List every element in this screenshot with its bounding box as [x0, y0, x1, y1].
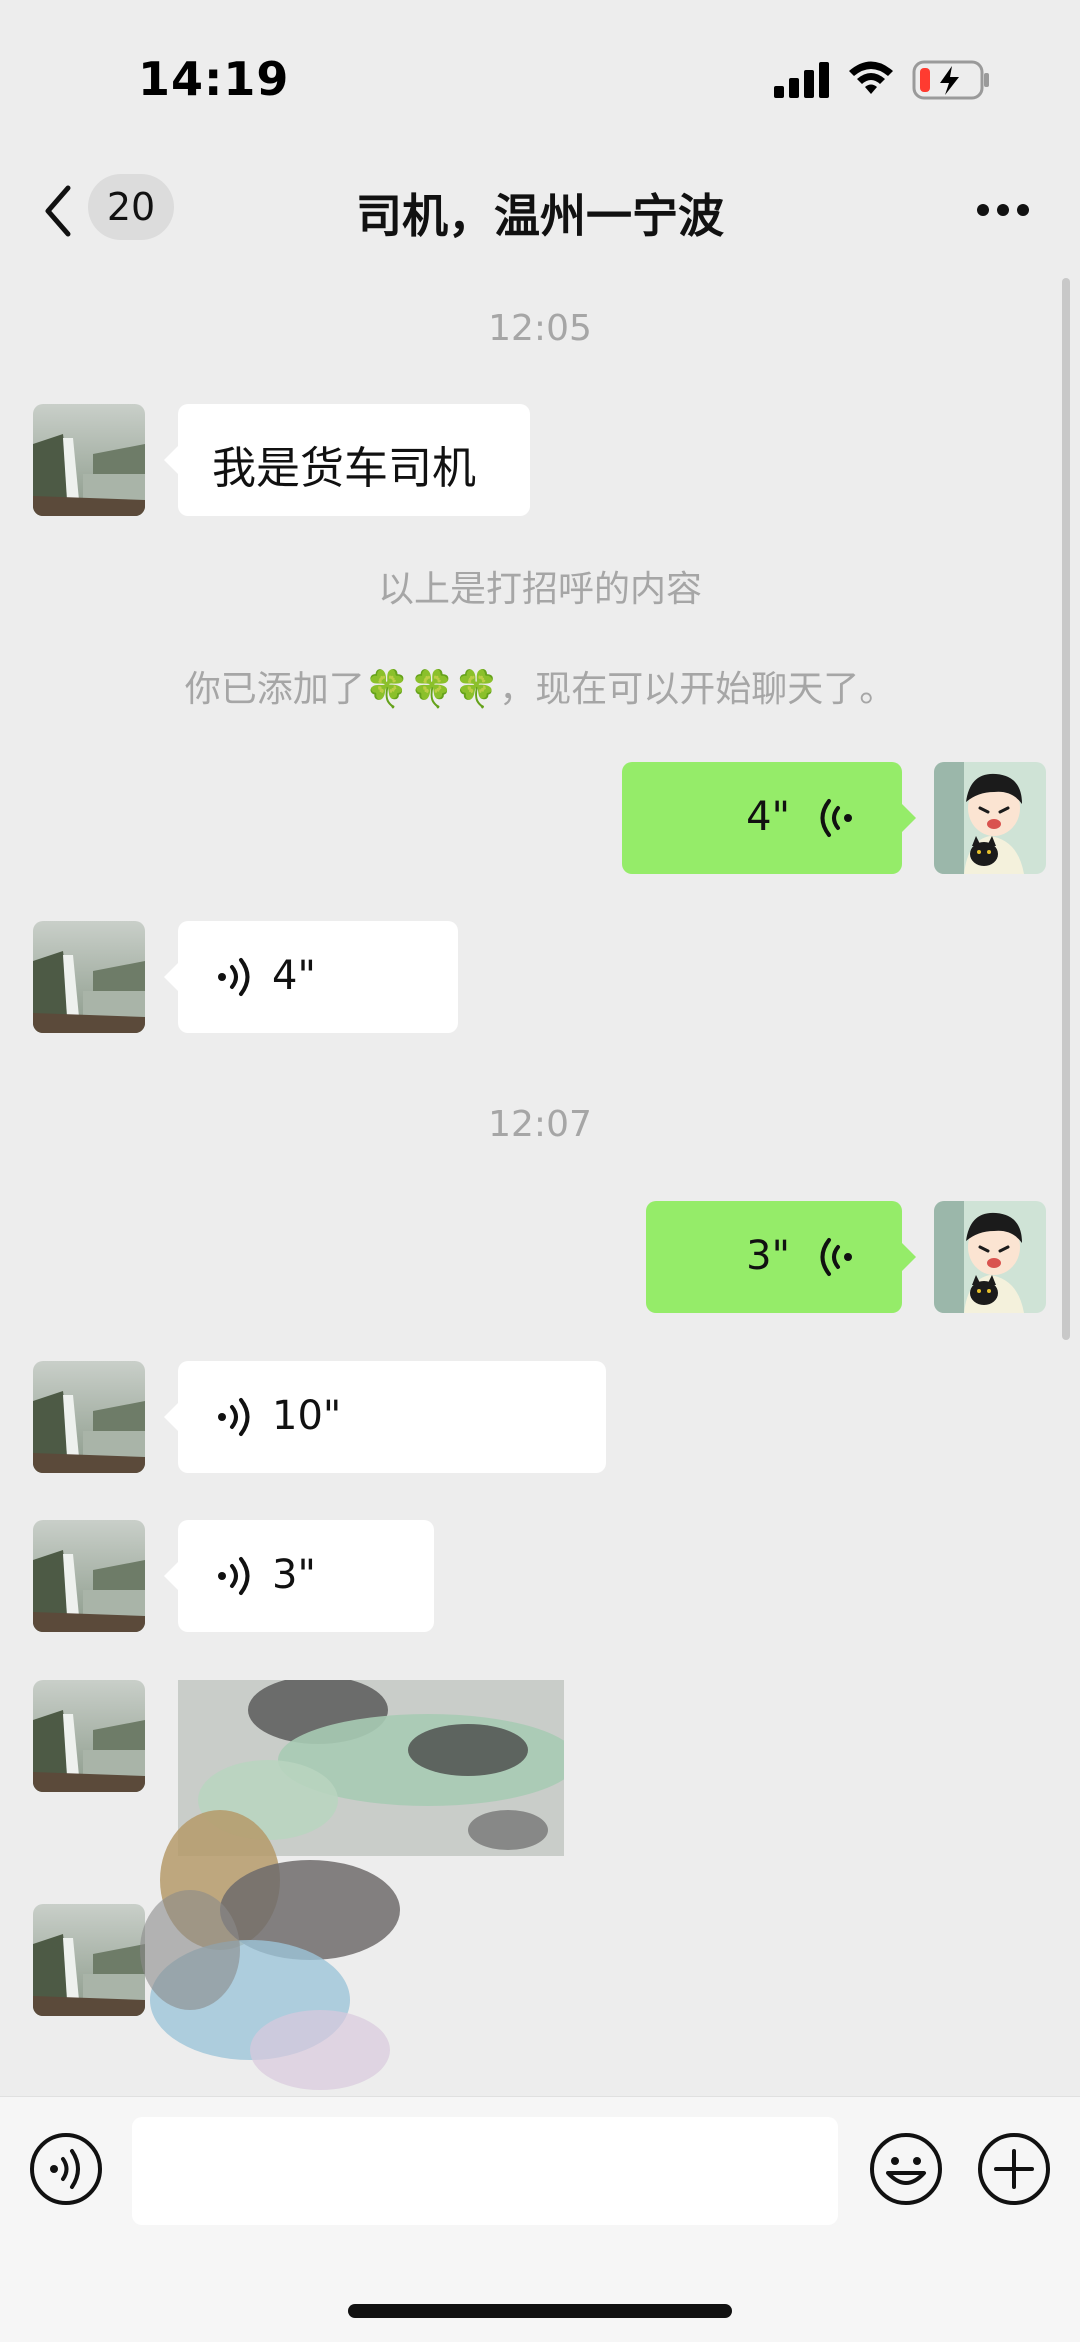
- my-avatar[interactable]: [934, 762, 1046, 874]
- status-bar: 14:19: [0, 0, 1080, 150]
- timestamp: 12:07: [488, 1104, 592, 1145]
- contact-avatar[interactable]: [33, 921, 145, 1033]
- system-added-note: 你已添加了🍀🍀🍀，现在可以开始聊天了。: [184, 669, 896, 710]
- voice-duration: 10": [272, 1393, 342, 1439]
- contact-avatar[interactable]: [33, 1680, 145, 1792]
- message-text: 我是货车司机: [212, 443, 476, 494]
- contact-avatar[interactable]: [33, 1520, 145, 1632]
- signal-icon: [774, 62, 829, 98]
- voice-message-outgoing[interactable]: 4": [622, 762, 916, 874]
- voice-message-incoming[interactable]: 4": [164, 921, 458, 1033]
- more-horizontal-icon[interactable]: [976, 202, 1030, 218]
- voice-wave-icon: [218, 1398, 250, 1436]
- chevron-left-icon[interactable]: [40, 182, 76, 240]
- voice-wave-icon: [820, 1238, 852, 1276]
- voice-message-incoming[interactable]: 3": [164, 1520, 434, 1632]
- plus-circle-icon[interactable]: [976, 2131, 1052, 2207]
- home-indicator[interactable]: [348, 2304, 732, 2318]
- message-bubble-incoming[interactable]: 我是货车司机: [164, 404, 530, 516]
- voice-mode-icon[interactable]: [28, 2131, 104, 2207]
- battery-charging-icon: [912, 60, 989, 100]
- contact-avatar[interactable]: [33, 404, 145, 516]
- nav-bar: 20 司机，温州一宁波: [0, 150, 1080, 270]
- status-time: 14:19: [138, 52, 290, 106]
- chat-title: 司机，温州一宁波: [356, 189, 724, 243]
- voice-wave-icon: [218, 1557, 250, 1595]
- voice-duration: 3": [272, 1552, 316, 1598]
- scrollbar[interactable]: [1062, 278, 1070, 1340]
- voice-message-outgoing[interactable]: 3": [646, 1201, 916, 1313]
- voice-duration: 4": [272, 953, 316, 999]
- system-greeting-note: 以上是打招呼的内容: [377, 569, 702, 610]
- message-input[interactable]: [132, 2117, 838, 2225]
- my-avatar[interactable]: [934, 1201, 1046, 1313]
- contact-avatar[interactable]: [33, 1361, 145, 1473]
- redaction-blur: [140, 1810, 400, 2090]
- image-message-redacted[interactable]: [120, 1800, 440, 2096]
- voice-wave-icon: [218, 958, 250, 996]
- voice-message-incoming[interactable]: 10": [164, 1361, 606, 1473]
- voice-duration: 4": [746, 794, 790, 840]
- unread-count-badge[interactable]: 20: [88, 174, 174, 240]
- emoji-icon[interactable]: [868, 2131, 944, 2207]
- voice-duration: 3": [746, 1233, 790, 1279]
- wifi-icon: [849, 61, 893, 94]
- voice-wave-icon: [820, 799, 852, 837]
- chat-screen: 14:19 20 司机，温州一宁波 12:05 我是货车司机 以上是打招呼的内容…: [0, 0, 1080, 2342]
- timestamp: 12:05: [488, 308, 592, 349]
